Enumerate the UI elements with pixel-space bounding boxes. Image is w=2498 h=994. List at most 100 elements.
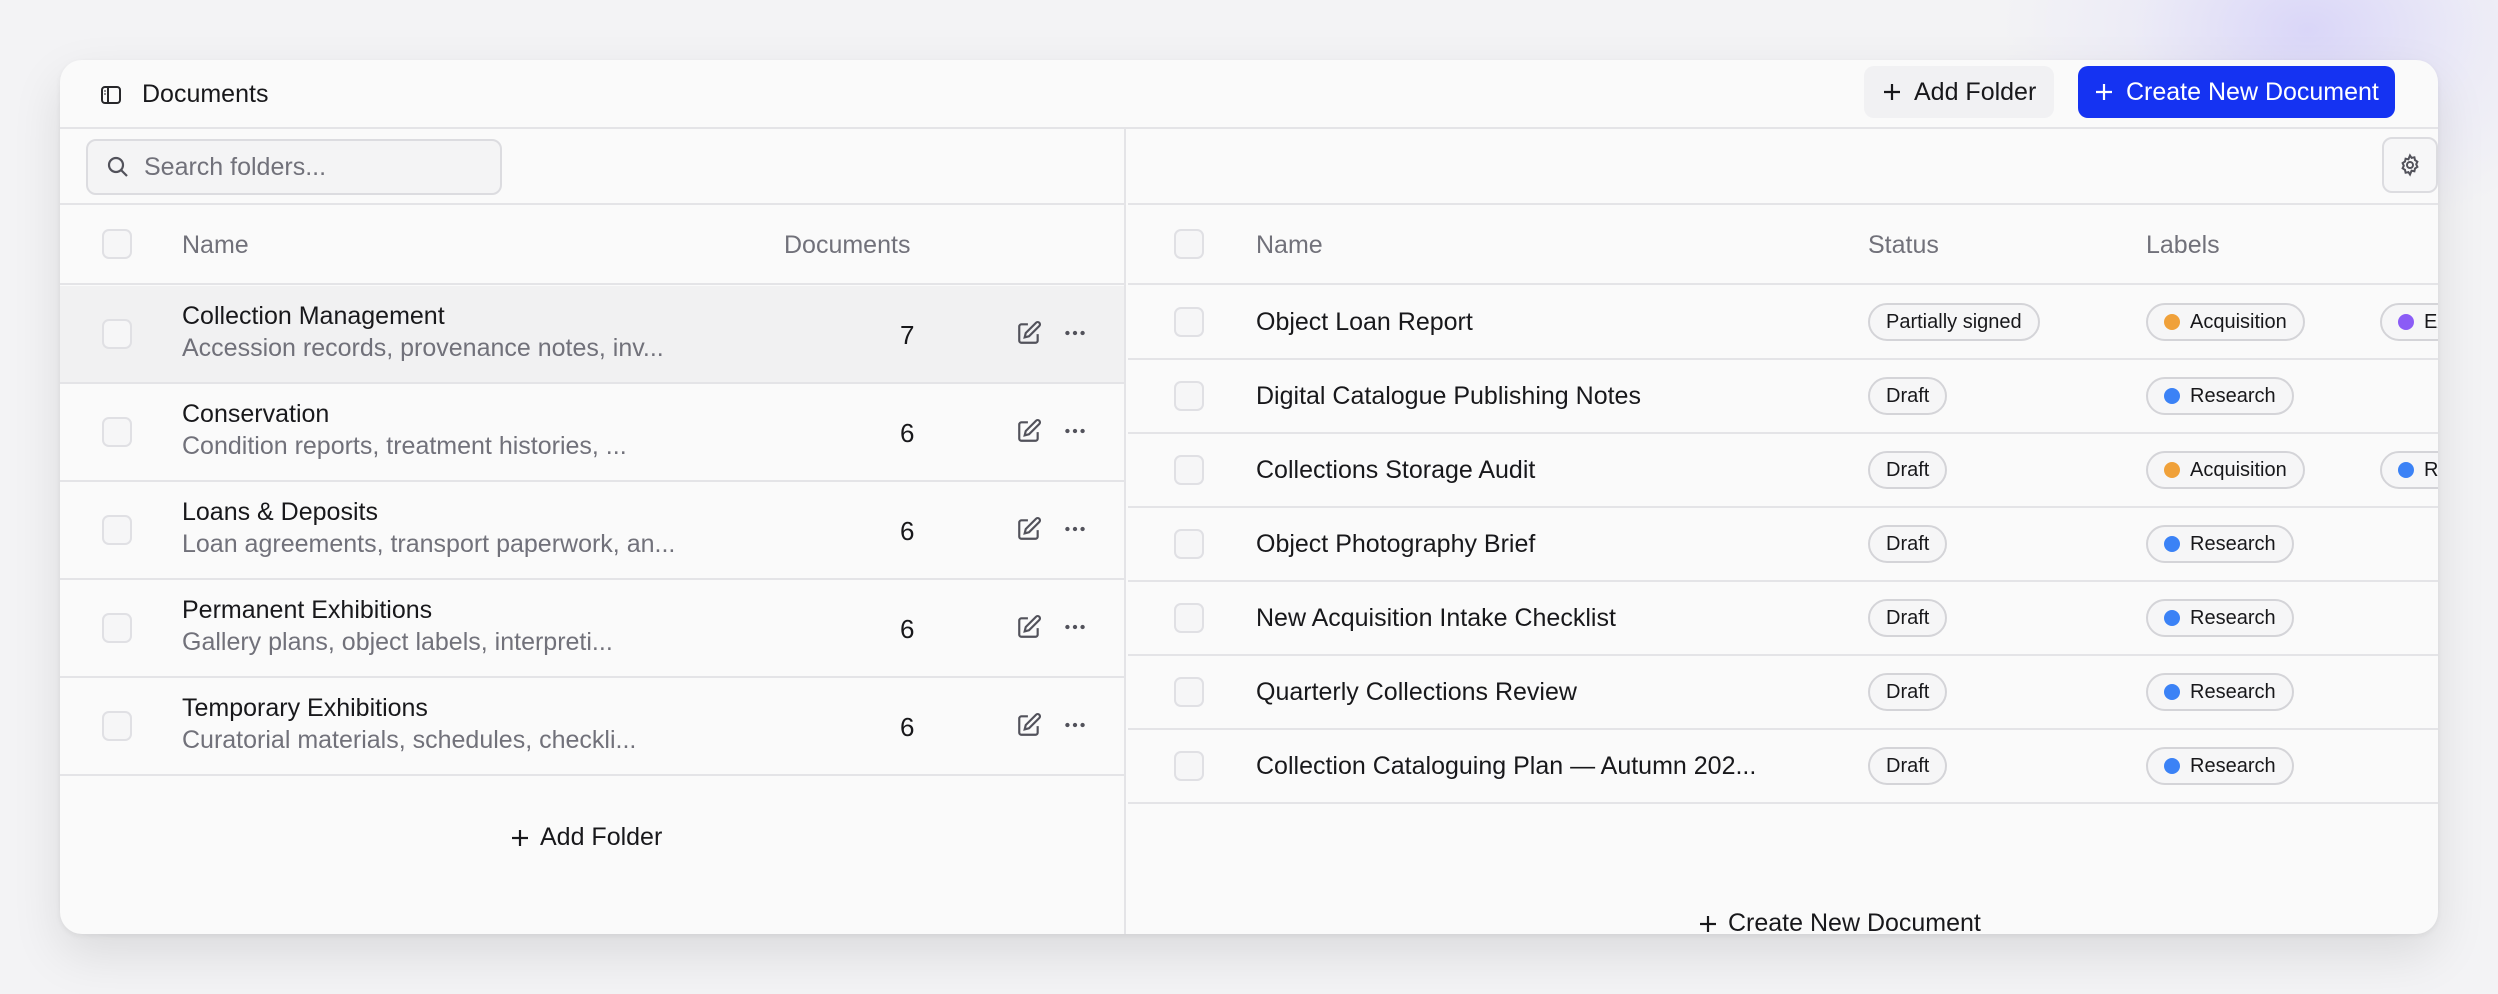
edit-icon[interactable] [1016,418,1042,444]
label-text: Acquisition [2190,311,2287,333]
row-checkbox[interactable] [102,319,132,349]
status-badge: Draft [1868,377,1948,415]
label-text: Research [2190,681,2276,703]
folder-document-count: 6 [900,516,915,546]
folder-row[interactable]: Temporary Exhibitions Curatorial materia… [60,678,1124,776]
document-row[interactable]: Object Photography Brief Draft Research [1128,508,2438,582]
label-badge: Research [2146,747,2294,785]
add-folder-button[interactable]: Add Folder [1864,66,2055,118]
row-checkbox[interactable] [102,711,132,741]
column-header-labels[interactable]: Labels [2146,231,2220,260]
documents-window: Documents Add Folder Create New Document… [60,60,2438,934]
folder-document-count: 6 [900,712,915,742]
add-folder-inline-button[interactable]: Add Folder [510,823,662,852]
document-row[interactable]: Collections Storage Audit Draft Acquisit… [1128,434,2438,508]
folder-row[interactable]: Conservation Condition reports, treatmen… [60,384,1124,482]
document-row[interactable]: Collection Cataloguing Plan — Autumn 202… [1128,730,2438,804]
edit-icon[interactable] [1016,614,1042,640]
column-header-name[interactable]: Name [1256,231,1323,260]
edit-icon[interactable] [1016,320,1042,346]
document-name: Quarterly Collections Review [1256,678,1577,706]
label-badge: Acquisition [2146,303,2305,341]
search-icon [107,156,128,177]
label-badge: Exhibitions [2380,303,2438,341]
status-badge: Partially signed [1868,303,2040,341]
select-all-checkbox[interactable] [1174,229,1204,259]
row-checkbox[interactable] [1174,677,1204,707]
document-row[interactable]: Object Loan Report Partially signed Acqu… [1128,286,2438,360]
column-header-name[interactable]: Name [182,231,249,260]
folder-name: Loans & Deposits [182,498,378,526]
folder-row[interactable]: Permanent Exhibitions Gallery plans, obj… [60,580,1124,678]
label-color-dot [2164,758,2180,774]
document-row[interactable]: Digital Catalogue Publishing Notes Draft… [1128,360,2438,434]
gear-icon [2401,153,2419,177]
label-color-dot [2398,462,2414,478]
folder-name: Conservation [182,400,330,428]
row-checkbox[interactable] [1174,751,1204,781]
label-color-dot [2164,536,2180,552]
table-settings-button[interactable] [2382,137,2438,193]
label-color-dot [2164,388,2180,404]
document-row[interactable]: Quarterly Collections Review Draft Resea… [1128,656,2438,730]
folder-document-count: 7 [900,320,915,350]
label-text: Research [2190,607,2276,629]
row-checkbox[interactable] [102,417,132,447]
document-name: Digital Catalogue Publishing Notes [1256,382,1641,410]
edit-icon[interactable] [1016,712,1042,738]
folder-description: Gallery plans, object labels, interpreti… [182,628,613,656]
row-checkbox[interactable] [102,515,132,545]
document-row[interactable]: New Acquisition Intake Checklist Draft R… [1128,582,2438,656]
label-text: Research [2190,755,2276,777]
folder-name: Permanent Exhibitions [182,596,433,624]
folder-description: Condition reports, treatment histories, … [182,432,627,460]
folders-pane: Name Documents Collection Management Acc… [60,129,1126,934]
column-header-status[interactable]: Status [1868,231,1939,260]
folder-row[interactable]: Loans & Deposits Loan agreements, transp… [60,482,1124,580]
row-checkbox[interactable] [102,613,132,643]
create-new-document-inline-button[interactable]: Create New Document [1698,909,1981,934]
status-badge: Draft [1868,673,1948,711]
plus-icon [512,829,528,846]
folder-name: Temporary Exhibitions [182,694,428,722]
label-badge: Research [2146,673,2294,711]
label-badge: Acquisition [2146,451,2305,489]
more-icon[interactable] [1062,320,1088,346]
status-badge: Draft [1868,451,1948,489]
add-folder-inline-label: Add Folder [540,823,663,851]
document-name: Object Loan Report [1256,308,1473,336]
folder-row[interactable]: Collection Management Accession records,… [60,286,1124,384]
plus-icon [1700,915,1716,932]
folder-search[interactable] [86,139,502,195]
plus-icon [1884,84,1900,100]
row-checkbox[interactable] [1174,603,1204,633]
label-text: Research [2190,533,2276,555]
more-icon[interactable] [1062,418,1088,444]
more-icon[interactable] [1062,516,1088,542]
column-header-documents[interactable]: Documents [784,231,910,260]
label-color-dot [2164,684,2180,700]
document-name: Collection Cataloguing Plan — Autumn 202… [1256,752,1757,780]
more-icon[interactable] [1062,614,1088,640]
document-name: Object Photography Brief [1256,530,1536,558]
label-text: Research [2424,459,2438,481]
row-checkbox[interactable] [1174,381,1204,411]
label-text: Acquisition [2190,459,2287,481]
title-bar: Documents Add Folder Create New Document [60,60,2438,129]
folder-description: Loan agreements, transport paperwork, an… [182,530,676,558]
edit-icon[interactable] [1016,516,1042,542]
select-all-checkbox[interactable] [102,229,132,259]
more-icon[interactable] [1062,712,1088,738]
search-input[interactable] [144,152,484,182]
create-new-document-button[interactable]: Create New Document [2078,66,2395,118]
row-checkbox[interactable] [1174,529,1204,559]
row-checkbox[interactable] [1174,307,1204,337]
document-name: New Acquisition Intake Checklist [1256,604,1616,632]
create-new-document-label: Create New Document [2126,77,2379,106]
create-new-document-inline-label: Create New Document [1728,909,1981,934]
row-checkbox[interactable] [1174,455,1204,485]
plus-icon [2096,84,2112,100]
sidebar-toggle-icon[interactable] [100,84,122,106]
label-text: Research [2190,385,2276,407]
add-folder-label: Add Folder [1914,77,2037,106]
